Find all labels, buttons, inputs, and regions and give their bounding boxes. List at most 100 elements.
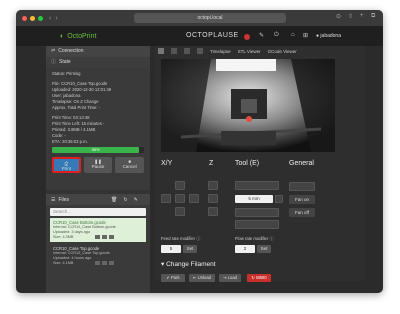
x-plus-button[interactable]: [189, 194, 199, 203]
connection-panel-header[interactable]: ⇌ Connection: [46, 46, 150, 57]
webcam-stream: [161, 59, 335, 152]
z-plus-button[interactable]: [208, 181, 218, 190]
load-button[interactable]: ⇥ Load: [219, 274, 241, 282]
file-search-input[interactable]: Search...: [50, 208, 146, 216]
print-file-icon[interactable]: [109, 261, 115, 265]
forward-icon[interactable]: ›: [55, 15, 57, 22]
user-name: jabadona: [320, 33, 341, 39]
flow-rate-label: Flow rate modifier ⓘ: [235, 236, 274, 241]
octoprint-navbar: ◐ OctoPrint OCTOPLAUSE ✎ ⏻ ⌂ ⊞ ● jabadon…: [16, 26, 383, 46]
info-icon: ⓘ: [51, 59, 57, 65]
user-menu[interactable]: ● jabadona: [316, 33, 341, 39]
printer-name: OCTOPLAUSE: [186, 32, 239, 39]
home-xy-button[interactable]: [175, 194, 185, 203]
print-progress-fill: 95%: [52, 147, 140, 153]
print-controls: ⎙ Print ❚❚ Pause ■ Cancel: [52, 157, 145, 173]
download-icon[interactable]: [95, 261, 101, 265]
state-status: Status: Printing: [52, 71, 81, 76]
wrench-icon[interactable]: ✎: [134, 197, 138, 203]
fan-off-button[interactable]: Fan off: [289, 208, 315, 217]
motors-off-button[interactable]: [289, 182, 315, 191]
info-icon: ⓘ: [196, 236, 201, 241]
sidebar: ⇌ Connection ⓘ State Status: Printing File…: [46, 46, 150, 293]
maximize-dot[interactable]: [38, 15, 43, 21]
state-approx-total: Approx. Total Print Time: -: [52, 105, 101, 110]
tab-terminal-icon[interactable]: [184, 48, 190, 54]
webcam-image: [161, 59, 335, 152]
tabs-icon[interactable]: ⧉: [371, 13, 375, 20]
fan-on-button[interactable]: Fan on: [289, 195, 315, 204]
extrude-step-button[interactable]: [275, 195, 283, 203]
unload-button[interactable]: ⇤ Unload: [189, 274, 215, 282]
feed-rate-input[interactable]: 5: [161, 245, 181, 253]
download-icon[interactable]: ⊙: [336, 13, 341, 20]
print-file-icon[interactable]: [109, 235, 115, 239]
tab-camera-icon[interactable]: [197, 48, 203, 54]
print-progress-bar: 95%: [52, 147, 144, 153]
trash-icon[interactable]: 🗑: [111, 197, 117, 203]
files-panel-header[interactable]: ☰ Files 🗑 ↻ ✎: [46, 194, 150, 205]
pause-button[interactable]: ❚❚ Pause: [83, 157, 113, 173]
wrench-icon[interactable]: ✎: [259, 32, 264, 39]
browser-window: ‹ › octopi.local ⊙ ⇧ + ⧉ ◐ OctoPrint OCT…: [16, 10, 383, 293]
tool-select[interactable]: [235, 181, 279, 190]
back-icon[interactable]: ‹: [49, 15, 51, 22]
feed-rate-set-button[interactable]: Set: [183, 245, 197, 253]
octoprint-logo-icon: ◐: [60, 32, 65, 40]
file-item[interactable]: CCR10_Case Bottom.gcode Internal: CCR10_…: [50, 218, 146, 242]
x-minus-button[interactable]: [161, 194, 171, 203]
browser-chrome: ‹ › octopi.local ⊙ ⇧ + ⧉: [16, 10, 383, 26]
extrude-amount-field[interactable]: 5 mm: [235, 195, 273, 203]
print-button[interactable]: ⎙ Print: [52, 157, 81, 173]
tab-temperature-icon[interactable]: [158, 48, 164, 54]
files-panel: Search... CCR10_Case Bottom.gcode Intern…: [46, 205, 150, 293]
address-bar[interactable]: octopi.local: [134, 13, 286, 23]
y-minus-button[interactable]: [175, 207, 185, 216]
minimize-dot[interactable]: [30, 15, 35, 21]
flow-rate-input[interactable]: 2: [235, 245, 255, 253]
list-icon: ☰: [51, 196, 56, 203]
state-eta: ETA: 20:35:03 p.m.: [52, 139, 88, 144]
m600-button[interactable]: ↻ M600: [247, 274, 271, 282]
tab-stl-viewer[interactable]: STL Viewer: [238, 49, 261, 54]
load-icon[interactable]: [102, 261, 108, 265]
share-icon[interactable]: ⇧: [348, 13, 353, 20]
tab-timelapse[interactable]: Timelapse: [210, 49, 231, 54]
cancel-button[interactable]: ■ Cancel: [115, 157, 145, 173]
extrude-button[interactable]: [235, 208, 279, 217]
plug-icon: ⇌: [51, 48, 56, 54]
feed-rate-label: Feed rate modifier ⓘ: [161, 236, 201, 241]
state-panel: Status: Printing File: CCR10_Case Top.gc…: [46, 68, 150, 190]
chevron-down-icon: ▾: [161, 261, 165, 268]
webcam-record-icon[interactable]: [244, 34, 250, 40]
tab-control-icon[interactable]: [171, 48, 177, 54]
refresh-icon[interactable]: ↻: [123, 197, 127, 203]
download-icon[interactable]: [95, 235, 101, 239]
xy-control-label: X/Y: [161, 160, 173, 167]
user-icon: ●: [316, 33, 320, 39]
brand-label: OctoPrint: [67, 32, 97, 40]
park-button[interactable]: ✔ Park: [161, 274, 185, 282]
bell-icon[interactable]: ⌂: [291, 32, 295, 38]
main-content: Timelapse STL Viewer GCode Viewer X/Y Z …: [155, 46, 365, 282]
tab-bar: Timelapse STL Viewer GCode Viewer: [155, 46, 365, 56]
new-tab-icon[interactable]: +: [360, 13, 364, 19]
close-dot[interactable]: [22, 15, 27, 21]
retract-button[interactable]: [235, 220, 279, 229]
grid-icon[interactable]: ⊞: [303, 32, 308, 39]
tool-control-label: Tool (E): [235, 160, 260, 167]
general-control-label: General: [289, 160, 314, 167]
home-z-button[interactable]: [208, 194, 218, 203]
z-control-label: Z: [209, 160, 214, 167]
brand[interactable]: ◐ OctoPrint: [60, 33, 96, 40]
info-icon: ⓘ: [269, 236, 274, 241]
tab-gcode-viewer[interactable]: GCode Viewer: [268, 49, 297, 54]
flow-rate-set-button[interactable]: Set: [257, 245, 271, 253]
state-panel-header[interactable]: ⓘ State: [46, 57, 150, 68]
change-filament-header[interactable]: ▾ Change Filament: [161, 260, 216, 268]
z-minus-button[interactable]: [208, 207, 218, 216]
file-item[interactable]: CCR10_Case Top.gcode Internal: CCR10_Cas…: [50, 244, 146, 268]
y-plus-button[interactable]: [175, 181, 185, 190]
power-icon[interactable]: ⏻: [274, 32, 279, 39]
load-icon[interactable]: [102, 235, 108, 239]
